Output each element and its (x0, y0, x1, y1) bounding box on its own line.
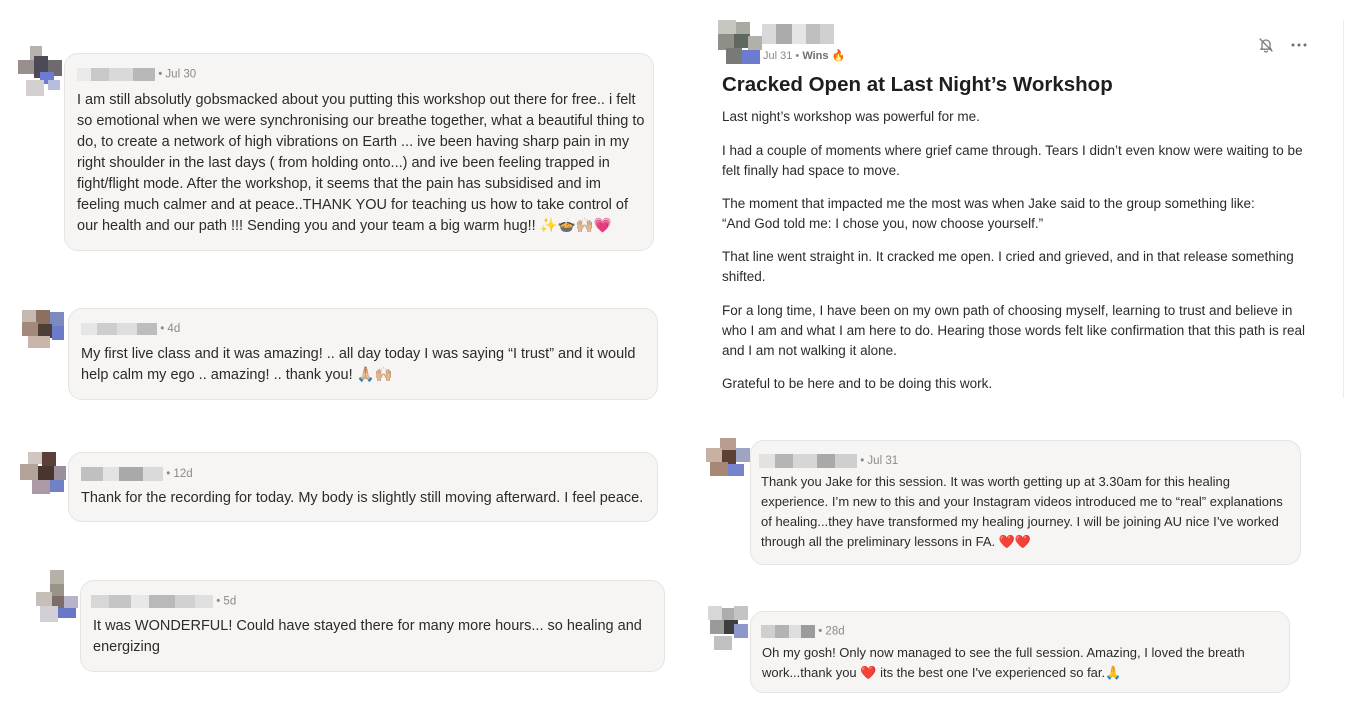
avatar[interactable] (22, 310, 64, 350)
comment-bubble: • Jul 31 Thank you Jake for this session… (750, 440, 1301, 565)
author-name[interactable] (81, 323, 157, 335)
author-name[interactable] (759, 454, 857, 468)
post-category[interactable]: Wins 🔥 (802, 50, 845, 62)
comment-bubble: • 28d Oh my gosh! Only now managed to se… (750, 611, 1290, 693)
avatar[interactable] (706, 438, 750, 478)
comment-date: • Jul 31 (860, 455, 899, 468)
avatar[interactable] (20, 452, 66, 494)
comment-bubble: • 5d It was WONDERFUL! Could have stayed… (80, 580, 665, 672)
author-name[interactable] (77, 68, 155, 81)
comment-text: Thank for the recording for today. My bo… (81, 490, 644, 506)
post-paragraph: I had a couple of moments where grief ca… (722, 143, 1303, 178)
divider (1343, 20, 1344, 398)
post-paragraph: For a long time, I have been on my own p… (722, 303, 1306, 358)
comment-date: • 28d (818, 625, 845, 638)
more-horizontal-icon[interactable] (1290, 36, 1308, 54)
comment-bubble: • Jul 30 I am still absolutly gobsmacked… (64, 53, 654, 251)
comment-date: • 4d (160, 323, 181, 336)
comment-date: • Jul 30 (158, 68, 197, 81)
author-name[interactable] (761, 625, 815, 638)
post-paragraph: The moment that impacted me the most was… (722, 196, 1255, 211)
post-meta: Jul 31 • Wins 🔥 (763, 49, 845, 62)
author-name[interactable] (91, 595, 213, 608)
comment-bubble: • 4d My first live class and it was amaz… (68, 308, 658, 400)
comment-text: Oh my gosh! Only now managed to see the … (762, 645, 1245, 680)
post-paragraph: That line went straight in. It cracked m… (722, 249, 1294, 284)
comment-text: I am still absolutly gobsmacked about yo… (77, 92, 645, 234)
avatar[interactable] (718, 20, 762, 64)
comment-bubble: • 12d Thank for the recording for today.… (68, 452, 658, 522)
comment-text: Thank you Jake for this session. It was … (761, 474, 1283, 549)
post-paragraph: “And God told me: I chose you, now choos… (722, 216, 1044, 231)
post-paragraph: Grateful to be here and to be doing this… (722, 376, 993, 391)
post-title: Cracked Open at Last Night’s Workshop (722, 73, 1113, 96)
post-author-name[interactable] (762, 24, 834, 44)
post-date: Jul 31 • (763, 50, 803, 62)
avatar[interactable] (36, 570, 80, 622)
post-paragraph: Last night’s workshop was powerful for m… (722, 109, 980, 124)
comment-date: • 5d (216, 595, 237, 608)
author-name[interactable] (81, 467, 163, 481)
comment-text: It was WONDERFUL! Could have stayed ther… (93, 618, 642, 655)
comment-date: • 12d (166, 468, 193, 481)
comment-text: My first live class and it was amazing! … (81, 346, 636, 383)
bell-off-icon[interactable] (1257, 36, 1275, 54)
avatar[interactable] (18, 46, 64, 96)
avatar[interactable] (708, 606, 748, 652)
